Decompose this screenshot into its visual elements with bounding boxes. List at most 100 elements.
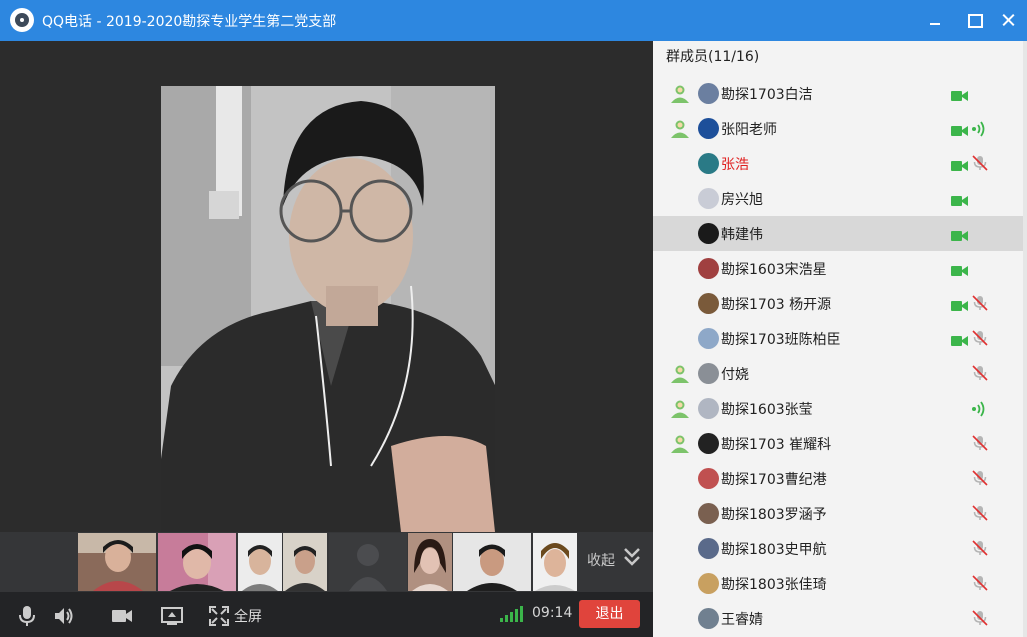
admin-user-icon xyxy=(670,365,690,383)
participant-thumbnail[interactable] xyxy=(78,533,156,591)
scrollbar[interactable] xyxy=(1023,41,1027,637)
member-name: 勘探1603张莹 xyxy=(721,402,813,418)
collapse-label: 收起 xyxy=(587,553,615,569)
member-row[interactable]: 勘探1703白洁 xyxy=(653,76,1027,111)
member-row[interactable]: 勘探1803史甲航 xyxy=(653,531,1027,566)
member-row[interactable]: 王睿婧 xyxy=(653,601,1027,636)
member-name: 张阳老师 xyxy=(721,122,777,138)
member-name: 勘探1703 杨开源 xyxy=(721,297,832,313)
member-name: 勘探1703白洁 xyxy=(721,87,813,103)
member-name: 王睿婧 xyxy=(721,612,763,628)
member-row[interactable]: 勘探1603宋浩星 xyxy=(653,251,1027,286)
avatar xyxy=(698,118,719,139)
member-row[interactable]: 勘探1703 杨开源 xyxy=(653,286,1027,321)
member-row[interactable]: 勘探1703曹纪港 xyxy=(653,461,1027,496)
avatar xyxy=(698,258,719,279)
member-row[interactable]: 勘探1703班陈柏臣 xyxy=(653,321,1027,356)
video-camera-icon xyxy=(951,192,969,206)
speaking-icon xyxy=(971,120,989,138)
qq-logo-icon xyxy=(10,8,34,32)
fullscreen-label: 全屏 xyxy=(234,609,262,625)
video-camera-icon xyxy=(951,227,969,241)
speaker-icon[interactable] xyxy=(52,604,76,628)
admin-user-icon xyxy=(670,400,690,418)
video-camera-icon xyxy=(951,332,969,346)
microphone-muted-icon xyxy=(971,364,989,382)
member-row[interactable]: 勘探1803罗涵予 xyxy=(653,496,1027,531)
member-name: 张浩 xyxy=(721,157,749,173)
microphone-icon[interactable] xyxy=(15,604,39,628)
placeholder-avatar-icon[interactable] xyxy=(329,533,407,591)
participant-thumbnail[interactable] xyxy=(453,533,531,591)
admin-user-icon xyxy=(670,120,690,138)
double-chevron-down-icon xyxy=(624,548,640,566)
member-name: 付娆 xyxy=(721,367,749,383)
video-camera-icon xyxy=(951,157,969,171)
member-name: 勘探1803罗涵予 xyxy=(721,507,827,523)
microphone-muted-icon xyxy=(971,294,989,312)
avatar xyxy=(698,153,719,174)
video-camera-icon xyxy=(951,87,969,101)
minimize-button[interactable] xyxy=(924,10,946,30)
member-row[interactable]: 张浩 xyxy=(653,146,1027,181)
avatar xyxy=(698,188,719,209)
fullscreen-button[interactable]: 全屏 xyxy=(208,604,278,628)
participant-thumbnail[interactable] xyxy=(238,533,282,591)
member-name: 勘探1703 崔耀科 xyxy=(721,437,832,453)
member-name: 勘探1703曹纪港 xyxy=(721,472,827,488)
thumbnail-strip: 收起 xyxy=(0,532,653,592)
avatar xyxy=(698,328,719,349)
member-row[interactable]: 勘探1603张莹 xyxy=(653,391,1027,426)
avatar xyxy=(698,293,719,314)
microphone-muted-icon xyxy=(971,574,989,592)
avatar xyxy=(698,223,719,244)
exit-button[interactable]: 退出 xyxy=(579,600,640,628)
avatar xyxy=(698,363,719,384)
microphone-muted-icon xyxy=(971,329,989,347)
member-name: 韩建伟 xyxy=(721,227,763,243)
participant-thumbnail[interactable] xyxy=(158,533,236,591)
member-count: 群成员(11/16) xyxy=(666,49,760,65)
participant-thumbnail[interactable] xyxy=(283,533,327,591)
camera-icon[interactable] xyxy=(110,604,134,628)
fullscreen-icon xyxy=(209,606,229,626)
member-name: 勘探1703班陈柏臣 xyxy=(721,332,841,348)
video-camera-icon xyxy=(951,122,969,136)
member-row[interactable]: 付娆 xyxy=(653,356,1027,391)
microphone-muted-icon xyxy=(971,434,989,452)
collapse-button[interactable]: 收起 xyxy=(586,546,646,570)
microphone-muted-icon xyxy=(971,154,989,172)
video-camera-icon xyxy=(951,262,969,276)
video-area: 收起 xyxy=(0,41,653,592)
network-signal-icon xyxy=(500,606,523,622)
close-button[interactable] xyxy=(998,10,1020,30)
avatar xyxy=(698,83,719,104)
maximize-button[interactable] xyxy=(963,10,985,30)
member-name: 房兴旭 xyxy=(721,192,763,208)
main-video[interactable] xyxy=(161,86,495,532)
avatar xyxy=(698,433,719,454)
member-row[interactable]: 韩建伟 xyxy=(653,216,1027,251)
participant-thumbnail[interactable] xyxy=(408,533,452,591)
call-toolbar: 全屏 09:14 退出 xyxy=(0,592,653,637)
avatar xyxy=(698,573,719,594)
member-row[interactable]: 勘探1703 崔耀科 xyxy=(653,426,1027,461)
admin-user-icon xyxy=(670,435,690,453)
microphone-muted-icon xyxy=(971,469,989,487)
member-row[interactable]: 房兴旭 xyxy=(653,181,1027,216)
member-row[interactable]: 勘探1803张佳琦 xyxy=(653,566,1027,601)
avatar xyxy=(698,503,719,524)
avatar xyxy=(698,538,719,559)
speaking-icon xyxy=(971,400,989,418)
screen-share-icon[interactable] xyxy=(160,604,184,628)
participant-thumbnail[interactable] xyxy=(533,533,577,591)
window-title: QQ电话 - 2019-2020勘探专业学生第二党支部 xyxy=(42,14,337,30)
admin-user-icon xyxy=(670,85,690,103)
microphone-muted-icon xyxy=(971,504,989,522)
member-row[interactable]: 张阳老师 xyxy=(653,111,1027,146)
title-bar: QQ电话 - 2019-2020勘探专业学生第二党支部 xyxy=(0,0,1027,41)
microphone-muted-icon xyxy=(971,609,989,627)
member-panel: 群成员(11/16) 勘探1703白洁 张阳老师张浩房兴旭韩建伟勘探1603宋浩星… xyxy=(653,41,1027,637)
call-timer: 09:14 xyxy=(532,605,573,621)
member-name: 勘探1803史甲航 xyxy=(721,542,827,558)
